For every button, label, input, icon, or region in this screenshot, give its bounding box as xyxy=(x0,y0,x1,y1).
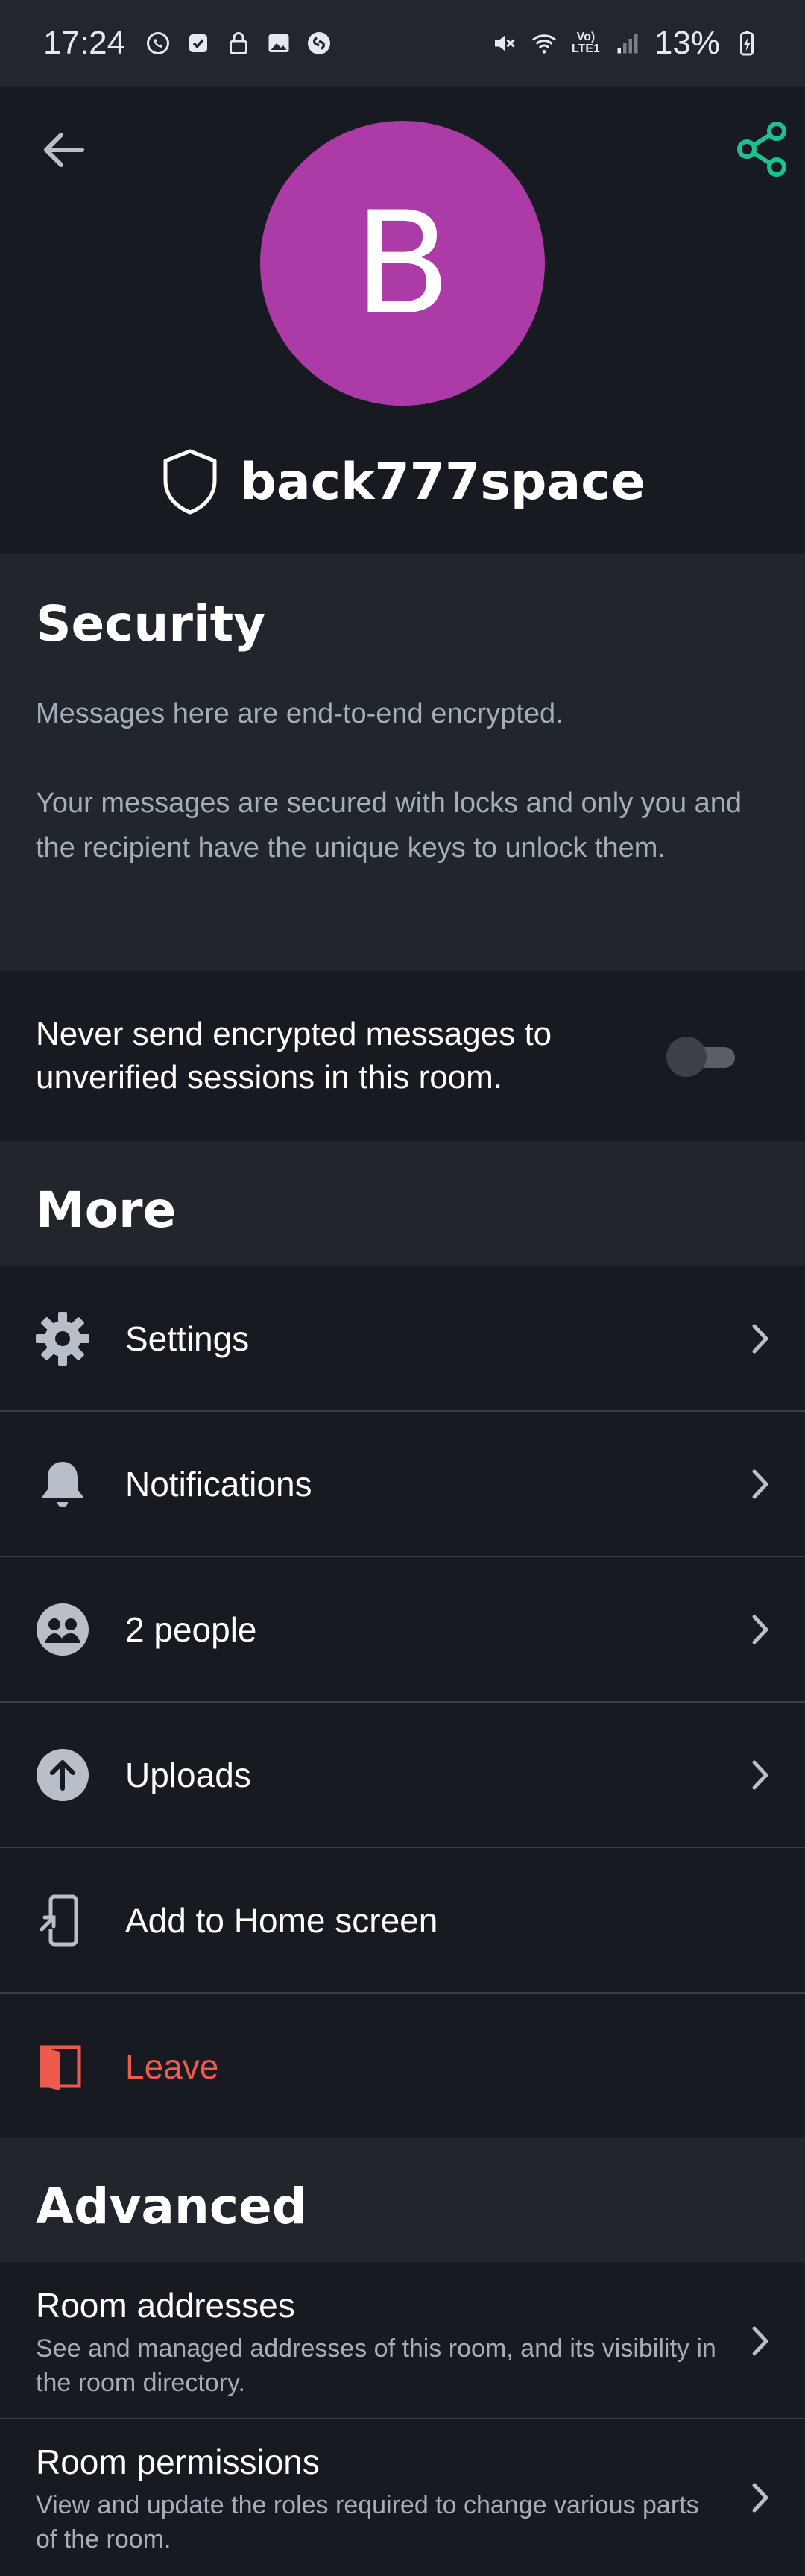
battery-percent: 13% xyxy=(654,25,720,61)
signal-icon xyxy=(614,30,641,57)
room-addresses-item[interactable]: Room addresses See and managed addresses… xyxy=(0,2263,805,2419)
back-button[interactable] xyxy=(37,124,89,176)
room-name-row: back777space xyxy=(0,444,805,519)
people-icon xyxy=(33,1600,92,1659)
room-permissions-description: View and update the roles required to ch… xyxy=(36,2491,699,2554)
room-addresses-title: Room addresses xyxy=(36,2286,295,2325)
advanced-section-header: Advanced xyxy=(0,2137,805,2263)
shazam-icon xyxy=(306,30,332,57)
add-to-home-icon xyxy=(33,1891,92,1950)
status-time: 17:24 xyxy=(43,25,126,61)
unverified-sessions-setting[interactable]: Never send encrypted messages to unverif… xyxy=(0,971,805,1141)
check-square-icon xyxy=(185,30,212,57)
chevron-right-icon xyxy=(752,2483,768,2513)
room-permissions-item[interactable]: Room permissions View and update the rol… xyxy=(0,2419,805,2576)
status-bar-left: 17:24 xyxy=(43,25,332,62)
more-title: More xyxy=(36,1181,177,1239)
menu-item-notifications[interactable]: Notifications xyxy=(0,1412,805,1557)
chevron-right-icon xyxy=(752,2326,768,2356)
status-bar-right: Vo) LTE1 13% xyxy=(490,25,760,62)
room-addresses-description: See and managed addresses of this room, … xyxy=(36,2334,716,2397)
leave-door-icon xyxy=(33,2037,92,2096)
share-icon xyxy=(737,122,786,177)
menu-item-uploads[interactable]: Uploads xyxy=(0,1703,805,1848)
menu-item-label: Settings xyxy=(125,1319,250,1358)
security-section: Security Messages here are end-to-end en… xyxy=(0,553,805,971)
security-keys-text: Your messages are secured with locks and… xyxy=(36,788,742,864)
battery-charging-icon xyxy=(733,30,760,57)
share-button[interactable] xyxy=(733,121,790,178)
menu-item-label: 2 people xyxy=(125,1609,257,1649)
security-title: Security xyxy=(36,595,266,653)
whatsapp-icon xyxy=(145,30,171,57)
more-menu: Settings Notifications 2 people Uploads … xyxy=(0,1266,805,2139)
volte-icon: Vo) LTE1 xyxy=(571,31,600,55)
lock-icon xyxy=(225,30,252,57)
room-header: B back777space xyxy=(0,87,805,553)
menu-item-label: Leave xyxy=(125,2046,219,2086)
more-section-header: More xyxy=(0,1141,805,1266)
chevron-right-icon xyxy=(752,1615,768,1644)
security-encrypted-text: Messages here are end-to-end encrypted. xyxy=(36,698,564,729)
bell-icon xyxy=(33,1454,92,1514)
room-name: back777space xyxy=(240,452,645,512)
chevron-right-icon xyxy=(752,1469,768,1498)
menu-item-people[interactable]: 2 people xyxy=(0,1557,805,1703)
menu-item-settings[interactable]: Settings xyxy=(0,1266,805,1412)
chevron-right-icon xyxy=(752,1760,768,1789)
advanced-title: Advanced xyxy=(36,2178,307,2235)
shield-icon xyxy=(163,449,217,515)
menu-item-leave[interactable]: Leave xyxy=(0,1994,805,2139)
upload-icon xyxy=(33,1745,92,1805)
menu-item-add-to-home[interactable]: Add to Home screen xyxy=(0,1848,805,1994)
menu-item-label: Add to Home screen xyxy=(125,1900,438,1940)
advanced-list: Room addresses See and managed addresses… xyxy=(0,2263,805,2576)
mute-icon xyxy=(490,30,517,57)
wifi-icon xyxy=(531,30,558,57)
gallery-icon xyxy=(265,30,292,57)
menu-item-label: Uploads xyxy=(125,1755,251,1794)
gear-icon xyxy=(33,1309,92,1369)
unverified-sessions-toggle[interactable] xyxy=(666,1037,738,1077)
room-permissions-title: Room permissions xyxy=(36,2443,320,2481)
menu-item-label: Notifications xyxy=(125,1464,312,1504)
chevron-right-icon xyxy=(752,1324,768,1353)
room-avatar[interactable]: B xyxy=(260,121,545,406)
arrow-left-icon xyxy=(44,133,84,167)
toggle-knob xyxy=(666,1037,707,1077)
status-bar: 17:24 Vo) LTE1 13% xyxy=(0,0,805,87)
unverified-sessions-label: Never send encrypted messages to unverif… xyxy=(36,1016,552,1096)
